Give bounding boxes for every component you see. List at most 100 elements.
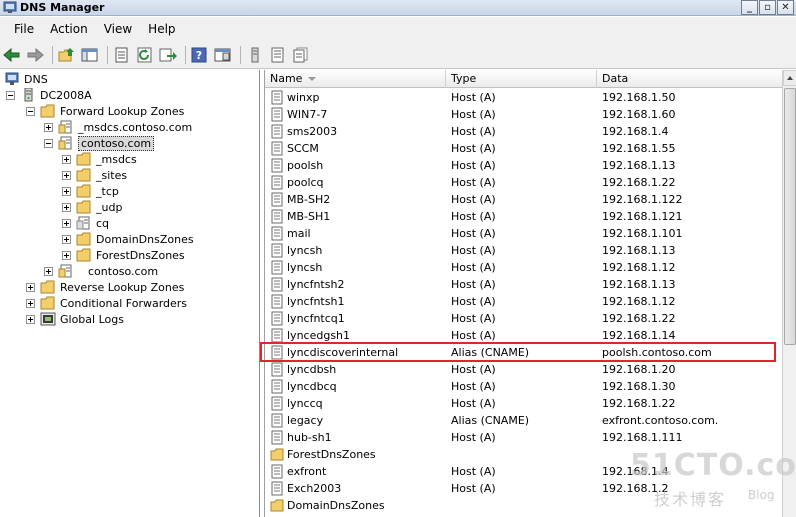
tree-node-reverse-lookup-zones[interactable]: Reverse Lookup Zones: [26, 279, 184, 295]
cell-name: lyncfntsh2: [270, 276, 344, 293]
expand-toggle[interactable]: [62, 170, 71, 180]
expand-toggle[interactable]: [62, 186, 71, 196]
up-folder-icon[interactable]: [57, 45, 77, 65]
scrollbar-thumb[interactable]: [784, 88, 796, 345]
expand-toggle[interactable]: [62, 250, 71, 260]
cell-name: lyncdbsh: [270, 361, 336, 378]
expand-toggle[interactable]: [26, 314, 35, 324]
server-icon[interactable]: [245, 45, 265, 65]
table-row[interactable]: MB-SH2 Host (A) 192.168.1.122: [265, 191, 785, 208]
show-hide-tree-icon[interactable]: [80, 45, 100, 65]
record-icon: [271, 464, 283, 479]
table-row[interactable]: lyncfntsh2 Host (A) 192.168.1.13: [265, 276, 785, 293]
collapse-toggle[interactable]: [6, 90, 15, 100]
table-row[interactable]: mail Host (A) 192.168.1.101: [265, 225, 785, 242]
cell-name: hub-sh1: [270, 429, 332, 446]
tree-node-forward-lookup-zones[interactable]: Forward Lookup Zones: [26, 103, 184, 119]
tree-node-dns[interactable]: DNS: [4, 71, 48, 87]
table-row[interactable]: hub-sh1 Host (A) 192.168.1.111: [265, 429, 785, 446]
help-icon[interactable]: ?: [190, 45, 210, 65]
expand-toggle[interactable]: [62, 154, 71, 164]
tree-node-msdcs[interactable]: _msdcs: [62, 151, 137, 167]
column-header-name[interactable]: Name: [265, 70, 446, 88]
tree-node-tcp[interactable]: _tcp: [62, 183, 119, 199]
record-type: Host (A): [451, 363, 496, 376]
cell-name: legacy: [270, 412, 323, 429]
menu-file[interactable]: File: [6, 22, 42, 36]
expand-toggle[interactable]: [26, 282, 35, 292]
column-header-data[interactable]: Data: [597, 70, 783, 88]
expand-toggle[interactable]: [62, 202, 71, 212]
expand-toggle[interactable]: [26, 298, 35, 308]
tree-node-msdcs-zone[interactable]: _msdcs.contoso.com: [44, 119, 192, 135]
record-name: lyncfntsh2: [287, 278, 345, 291]
record-name: MB-SH1: [287, 210, 331, 223]
folder-icon: [76, 168, 91, 182]
table-row[interactable]: poolcq Host (A) 192.168.1.22: [265, 174, 785, 191]
tree-node-domaindnszones[interactable]: DomainDnsZones: [62, 231, 194, 247]
table-row[interactable]: SCCM Host (A) 192.168.1.55: [265, 140, 785, 157]
export-icon[interactable]: [158, 45, 178, 65]
tree-node-other-zone[interactable]: contoso.com: [44, 263, 158, 279]
table-row[interactable]: WIN7-7 Host (A) 192.168.1.60: [265, 106, 785, 123]
zone-icon[interactable]: [268, 45, 288, 65]
record-icon: [271, 243, 283, 258]
minimize-button[interactable]: _: [741, 0, 758, 15]
record-icon[interactable]: [291, 45, 311, 65]
menu-help[interactable]: Help: [140, 22, 183, 36]
table-row[interactable]: lyncsh Host (A) 192.168.1.13: [265, 242, 785, 259]
close-button[interactable]: ✕: [777, 0, 794, 15]
folder-icon: [40, 104, 55, 118]
table-row[interactable]: lyncsh Host (A) 192.168.1.12: [265, 259, 785, 276]
expand-toggle[interactable]: [44, 266, 53, 276]
expand-toggle[interactable]: [62, 218, 71, 228]
table-row[interactable]: winxp Host (A) 192.168.1.50: [265, 89, 785, 106]
tree-node-forestdnszones[interactable]: ForestDnsZones: [62, 247, 185, 263]
table-row[interactable]: lynccq Host (A) 192.168.1.22: [265, 395, 785, 412]
table-row[interactable]: poolsh Host (A) 192.168.1.13: [265, 157, 785, 174]
record-icon: [271, 90, 283, 105]
refresh-icon[interactable]: [135, 45, 155, 65]
tree-label: Conditional Forwarders: [60, 296, 188, 310]
record-icon: [271, 396, 283, 411]
table-row[interactable]: legacy Alias (CNAME) exfront.contoso.com.: [265, 412, 785, 429]
tree-node-contoso[interactable]: contoso.com: [44, 135, 155, 151]
record-icon: [271, 226, 283, 241]
tree-node-global-logs[interactable]: Global Logs: [26, 311, 124, 327]
table-row[interactable]: lyncdbsh Host (A) 192.168.1.20: [265, 361, 785, 378]
restore-button[interactable]: ▫: [759, 0, 776, 15]
table-row[interactable]: lyncfntcq1 Host (A) 192.168.1.22: [265, 310, 785, 327]
tree-node-server[interactable]: DC2008A: [6, 87, 92, 103]
tree-node-sites[interactable]: _sites: [62, 167, 127, 183]
tree-label: _msdcs: [96, 152, 137, 166]
menu-view[interactable]: View: [96, 22, 140, 36]
console-tree: DNS DC2008A Forward Lookup Zones _msdcs.…: [0, 70, 260, 517]
table-row[interactable]: MB-SH1 Host (A) 192.168.1.121: [265, 208, 785, 225]
table-row[interactable]: lyncfntsh1 Host (A) 192.168.1.12: [265, 293, 785, 310]
record-type: Host (A): [451, 244, 496, 257]
server-icon: [24, 88, 33, 102]
tree-label-selected: contoso.com: [78, 135, 155, 151]
menu-action[interactable]: Action: [42, 22, 96, 36]
expand-toggle[interactable]: [62, 234, 71, 244]
tree-node-conditional-forwarders[interactable]: Conditional Forwarders: [26, 295, 187, 311]
watermark: 51CTO.com 技术博客 Blog: [630, 448, 796, 509]
table-row[interactable]: sms2003 Host (A) 192.168.1.4: [265, 123, 785, 140]
table-row[interactable]: lyncdbcq Host (A) 192.168.1.30: [265, 378, 785, 395]
column-header-type[interactable]: Type: [446, 70, 597, 88]
dns-app-icon: [3, 1, 17, 13]
watermark-main: 51CTO.com: [630, 448, 796, 483]
expand-toggle[interactable]: [44, 122, 53, 132]
collapse-toggle[interactable]: [26, 106, 35, 116]
record-data: 192.168.1.13: [602, 278, 676, 291]
scroll-up-arrow-icon[interactable]: [783, 70, 796, 86]
tree-node-cq[interactable]: cq: [62, 215, 109, 231]
title-bar: DNS Manager _ ▫ ✕: [0, 0, 796, 16]
tree-node-udp[interactable]: _udp: [62, 199, 122, 215]
console-icon[interactable]: [213, 45, 233, 65]
forward-arrow-icon[interactable]: [25, 45, 45, 65]
collapse-toggle[interactable]: [44, 138, 53, 148]
properties-icon[interactable]: [112, 45, 132, 65]
tree-label: contoso.com: [88, 264, 159, 278]
back-arrow-icon[interactable]: [2, 45, 22, 65]
